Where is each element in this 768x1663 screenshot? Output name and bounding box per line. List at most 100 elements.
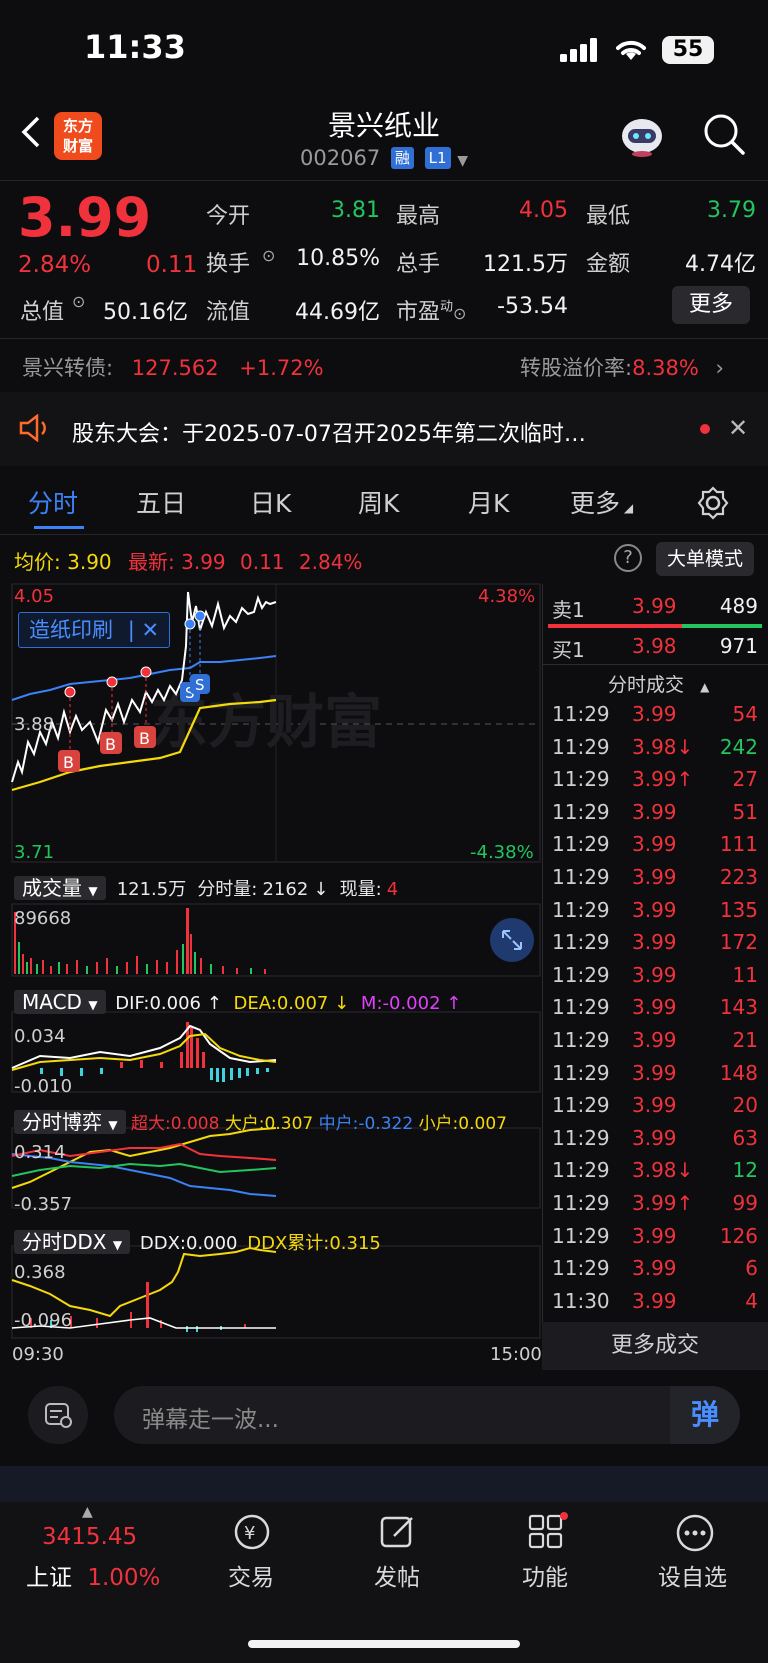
macd-indicator-select[interactable]: MACD ▼ (14, 990, 106, 1014)
buy-bar (682, 624, 762, 628)
clock: 11:33 (84, 28, 186, 66)
divider (0, 338, 768, 339)
tab-daily-k[interactable]: 日K (250, 484, 291, 520)
caret-up-icon: ▲ (700, 680, 710, 694)
danmu-send-label: 弹 (690, 1398, 719, 1431)
tick-time: 11:29 (552, 1256, 610, 1281)
info-icon[interactable]: ⊙ (72, 292, 85, 311)
chart-tabs: 分时 五日 日K 周K 月K 更多 ◢ (0, 470, 768, 532)
robot-assistant-icon[interactable] (618, 114, 666, 158)
watchlist-tab[interactable]: 设自选 (658, 1558, 727, 1592)
tick-price: 3.99 (632, 865, 677, 889)
tick-price: 3.99 (632, 1028, 677, 1052)
help-icon[interactable]: ? (614, 544, 642, 572)
premium-value: 8.38% (632, 356, 699, 380)
level-tag: L1 (424, 147, 451, 169)
minute-vol-label: 分时量: (197, 879, 258, 900)
more-dots-icon[interactable] (674, 1512, 716, 1554)
danmu-input[interactable]: 弹幕走一波... 弹 (114, 1386, 740, 1444)
tick-price: 3.99 (632, 832, 677, 857)
index-pct: 1.00% (87, 1565, 161, 1591)
sell-label: 卖1 (552, 598, 585, 622)
function-tab[interactable]: 功能 (522, 1558, 568, 1592)
post-tab[interactable]: 发帖 (374, 1558, 420, 1592)
svg-text:¥: ¥ (244, 1523, 255, 1544)
trade-tab[interactable]: 交易 (228, 1558, 274, 1592)
svg-text:B: B (139, 729, 150, 748)
sector-overlay-chip[interactable]: 造纸印刷 | ✕ (18, 612, 171, 648)
buy-price: 3.98 (632, 634, 677, 658)
active-tab-indicator (34, 526, 84, 529)
notice-text[interactable]: 股东大会：于2025-07-07召开2025年第二次临时… (72, 416, 586, 448)
avg-label: 均价: (14, 550, 61, 574)
ddx-indicator-select[interactable]: 分时DDX ▼ (14, 1230, 131, 1254)
macd-bars (40, 1022, 269, 1082)
tick-volume: 21 (732, 1028, 758, 1052)
info-icon[interactable]: ⊙ (453, 304, 466, 323)
bond-pct: +1.72% (239, 356, 324, 380)
chart-mid-price: 3.88 (14, 714, 55, 735)
tab-intraday[interactable]: 分时 (28, 484, 78, 520)
bond-premium[interactable]: 转股溢价率:8.38% › (520, 352, 724, 382)
svg-text:S: S (195, 676, 205, 694)
tick-price: 3.99 (632, 1288, 677, 1313)
tab-five-day[interactable]: 五日 (136, 484, 186, 520)
more-button[interactable]: 更多 (672, 286, 750, 324)
settings-gear-icon[interactable] (696, 486, 730, 520)
tick-volume: 27 (732, 767, 758, 792)
game-indicator-select[interactable]: 分时博弈 ▼ (14, 1110, 126, 1134)
volume-indicator-select[interactable]: 成交量 ▼ (14, 876, 106, 900)
tick-volume: 12 (732, 1158, 758, 1183)
close-icon[interactable]: ✕ (728, 414, 748, 442)
caret-icon: ◢ (620, 501, 634, 515)
convertible-bond-row[interactable]: 景兴转债: 127.562 +1.72% (22, 352, 324, 382)
volume-value: 121.5万 (483, 252, 568, 277)
big-order-mode-button[interactable]: 大单模式 (656, 542, 754, 576)
close-icon[interactable]: | ✕ (128, 618, 159, 642)
danmu-placeholder: 弹幕走一波... (142, 1407, 279, 1433)
caret-down-icon: ▼ (112, 1238, 123, 1252)
tick-time: 11:29 (552, 995, 610, 1020)
tick-volume: 54 (732, 702, 758, 726)
search-icon[interactable] (702, 112, 746, 156)
info-icon[interactable]: ⊙ (262, 246, 275, 265)
tick-volume: 172 (719, 930, 758, 955)
chart-summary: 均价: 3.90 最新: 3.99 0.11 2.84% (14, 546, 362, 575)
tab-monthly-k[interactable]: 月K (468, 484, 509, 520)
now-vol: 4 (386, 879, 399, 900)
super-value: 超大:0.008 (131, 1114, 220, 1134)
ddx-label: 分时DDX (22, 1230, 107, 1254)
more-trades-button[interactable]: 更多成交 (542, 1322, 768, 1370)
ticks-title[interactable]: 分时成交 ▲ (608, 670, 709, 697)
compose-icon[interactable] (378, 1512, 418, 1552)
ddx-bottom: -0.096 (14, 1310, 73, 1331)
volume-max: 89668 (14, 908, 72, 929)
high-label: 最高 (396, 204, 441, 229)
index-name[interactable]: 上证 1.00% (26, 1558, 160, 1592)
danmu-settings-button[interactable] (28, 1386, 88, 1444)
trade-icon[interactable]: ¥ (230, 1512, 274, 1552)
battery-icon: 55 (662, 36, 714, 64)
last-chg: 0.11 (240, 550, 285, 574)
tick-time: 11:29 (552, 1125, 610, 1150)
tick-price: 3.98↓ (632, 734, 694, 759)
danmu-settings-icon (45, 1403, 72, 1428)
tick-price: 3.99 (632, 1060, 677, 1085)
grid-apps-icon[interactable] (526, 1512, 570, 1552)
ticker-strip (0, 1466, 768, 1502)
ticks-title-text: 分时成交 (608, 674, 685, 696)
tab-weekly-k[interactable]: 周K (358, 484, 399, 520)
tick-price: 3.99↑ (632, 1191, 694, 1215)
pe-label-text: 市盈 (396, 300, 441, 325)
small-value: 小户:0.007 (418, 1114, 507, 1134)
amount-value: 4.74亿 (685, 252, 756, 277)
game-panel-header: 分时博弈 ▼ 超大:0.008 大户:0.307 中户:-0.322 小户:0.… (14, 1106, 507, 1135)
tab-more-label: 更多 (570, 489, 621, 518)
tick-time: 11:29 (552, 1223, 610, 1248)
index-value[interactable]: 3415.45 (42, 1524, 137, 1550)
amount-label: 金额 (586, 252, 631, 277)
tab-more[interactable]: 更多 ◢ (570, 484, 633, 520)
bond-name: 景兴转债: (22, 356, 114, 380)
danmu-send-button[interactable]: 弹 (670, 1386, 740, 1444)
tick-time: 11:29 (552, 702, 610, 726)
